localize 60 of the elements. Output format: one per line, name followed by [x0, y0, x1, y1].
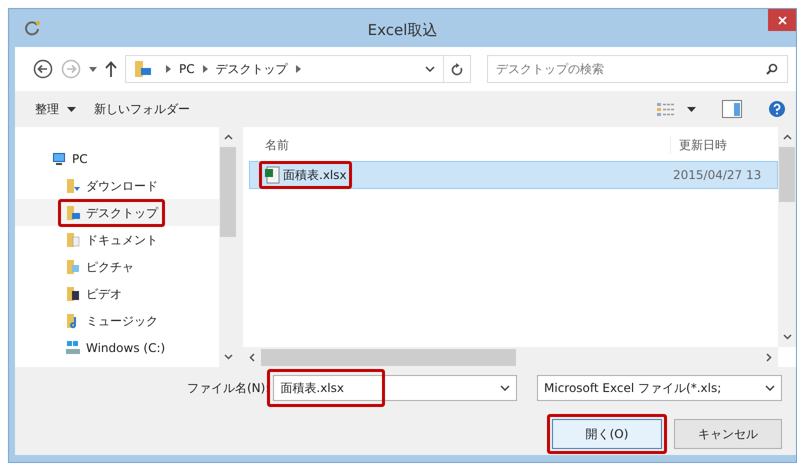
caret-icon[interactable]	[89, 66, 97, 72]
folder-icon	[65, 286, 81, 302]
folder-icon	[65, 204, 81, 220]
breadcrumb-item[interactable]: デスクトップ	[216, 60, 288, 78]
open-button[interactable]: 開く(O)	[552, 419, 662, 449]
window-title: Excel取込	[368, 20, 438, 41]
scrollbar-thumb[interactable]	[779, 147, 795, 202]
caret-icon[interactable]	[687, 106, 696, 112]
back-icon[interactable]	[33, 59, 53, 79]
chevron-icon[interactable]	[296, 65, 301, 73]
app-icon	[25, 20, 41, 36]
nav-item[interactable]: ミュージック	[63, 312, 160, 330]
nav-item[interactable]: PC	[49, 150, 90, 168]
spreadsheet-file-icon	[264, 166, 280, 184]
scrollbar[interactable]	[778, 127, 796, 347]
chevron-icon[interactable]	[765, 385, 775, 391]
close-button[interactable]	[768, 9, 796, 31]
scrollbar-thumb[interactable]	[220, 147, 236, 237]
file-name-field[interactable]: 面積表.xlsx	[273, 375, 518, 401]
breadcrumb-item[interactable]: PC	[179, 60, 195, 78]
search-field[interactable]: デスクトップの検索	[487, 55, 788, 83]
caret-icon[interactable]	[67, 106, 76, 112]
chevron-up-icon[interactable]	[782, 134, 792, 140]
file-date: 2015/04/27 13	[673, 167, 762, 184]
preview-pane-icon[interactable]	[722, 100, 742, 118]
close-icon[interactable]	[778, 16, 786, 24]
nav-item[interactable]: ピクチャ	[63, 258, 136, 276]
column-header[interactable]: 名前	[243, 136, 670, 154]
chevron-right-icon[interactable]	[766, 352, 772, 362]
drive-icon	[65, 340, 81, 356]
chevron-icon[interactable]	[202, 65, 208, 73]
nav-item[interactable]: ドキュメント	[63, 230, 160, 248]
nav-item[interactable]: ダウンロード	[63, 176, 160, 194]
chevron-left-icon[interactable]	[249, 352, 255, 362]
file-row[interactable]: 面積表.xlsx 2015/04/27 13	[249, 161, 778, 189]
address-bar[interactable]: PC デスクトップ	[125, 55, 471, 83]
folder-icon	[65, 232, 81, 248]
chevron-icon[interactable]	[425, 66, 435, 72]
chevron-down-icon[interactable]	[782, 334, 792, 340]
folder-icon	[65, 178, 81, 194]
chevron-icon[interactable]	[500, 385, 510, 391]
help-icon[interactable]	[768, 100, 786, 118]
chevron-icon[interactable]	[166, 65, 171, 73]
chevron-up-icon[interactable]	[224, 134, 232, 140]
file-type-dropdown[interactable]: Microsoft Excel ファイル(*.xls;	[537, 375, 782, 401]
chevron-down-icon[interactable]	[224, 354, 232, 360]
nav-item[interactable]: ビデオ	[63, 284, 124, 302]
toolbar-button[interactable]: 新しいフォルダー	[94, 100, 190, 118]
folder-icon	[134, 60, 152, 78]
file-name: 面積表.xlsx	[283, 167, 347, 184]
up-arrow-icon[interactable]	[105, 61, 117, 77]
refresh-icon[interactable]	[451, 62, 463, 76]
folder-icon	[65, 258, 81, 274]
menu-button[interactable]: 整理	[35, 100, 76, 118]
scrollbar-thumb[interactable]	[261, 348, 516, 366]
cancel-button[interactable]: キャンセル	[674, 419, 782, 449]
search-icon[interactable]	[766, 63, 778, 75]
computer-icon	[51, 150, 67, 166]
nav-item[interactable]: Windows (C:)	[63, 338, 168, 356]
file-name-label: ファイル名(N):	[187, 380, 270, 397]
